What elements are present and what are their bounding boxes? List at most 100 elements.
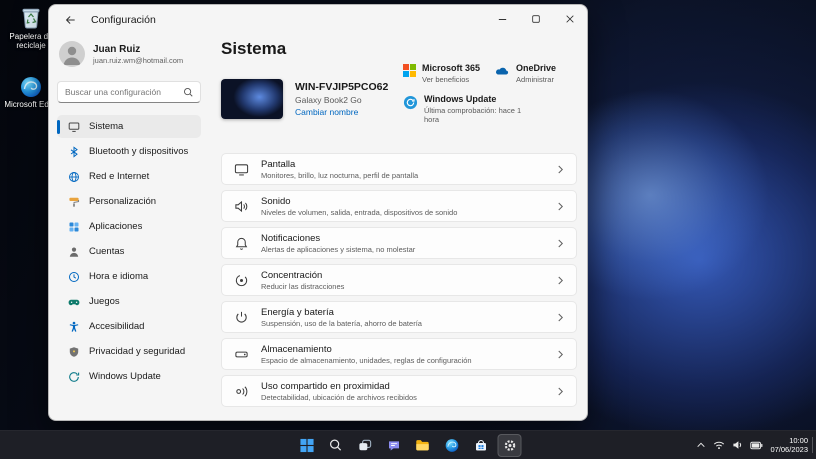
desktop: Papelera de reciclaje Microsoft Edge Con… bbox=[0, 0, 816, 459]
personalization-icon bbox=[67, 195, 80, 208]
window-title: Configuración bbox=[91, 14, 156, 26]
row-title: Energía y batería bbox=[261, 306, 334, 318]
sidebar-item-label: Hora e idioma bbox=[89, 271, 149, 282]
windows-update-icon bbox=[67, 370, 80, 383]
chevron-right-icon bbox=[557, 201, 564, 212]
chevron-right-icon bbox=[557, 386, 564, 397]
card-title: OneDrive bbox=[516, 63, 557, 73]
chevron-right-icon bbox=[557, 312, 564, 323]
sidebar-item-label: Sistema bbox=[89, 121, 124, 132]
onedrive-icon bbox=[494, 64, 510, 76]
sidebar-item-label: Personalización bbox=[89, 196, 157, 207]
sidebar-item-label: Accesibilidad bbox=[89, 321, 145, 332]
row-title: Notificaciones bbox=[261, 232, 321, 244]
sidebar-item-red-internet[interactable]: Red e Internet bbox=[57, 165, 201, 188]
system-icon bbox=[67, 120, 80, 133]
accessibility-icon bbox=[67, 320, 80, 333]
file-explorer-button[interactable] bbox=[411, 434, 435, 457]
settings-rows: Pantalla Monitores, brillo, luz nocturna… bbox=[221, 153, 577, 407]
row-subtitle: Reducir las distracciones bbox=[261, 281, 345, 291]
settings-taskbar-button[interactable] bbox=[497, 433, 522, 457]
device-model: Galaxy Book2 Go bbox=[295, 95, 362, 105]
accounts-icon bbox=[67, 245, 80, 258]
taskbar-search-button[interactable] bbox=[324, 434, 348, 457]
sidebar-item-windows-update[interactable]: Windows Update bbox=[57, 365, 201, 388]
close-button[interactable] bbox=[553, 5, 587, 33]
storage-icon bbox=[234, 347, 249, 362]
row-sonido[interactable]: Sonido Niveles de volumen, salida, entra… bbox=[221, 190, 577, 222]
row-concentracion[interactable]: Concentración Reducir las distracciones bbox=[221, 264, 577, 296]
search-box[interactable] bbox=[57, 81, 201, 103]
sidebar-item-hora-idioma[interactable]: Hora e idioma bbox=[57, 265, 201, 288]
card-title: Windows Update bbox=[424, 94, 497, 104]
sidebar-item-accesibilidad[interactable]: Accesibilidad bbox=[57, 315, 201, 338]
row-title: Uso compartido en proximidad bbox=[261, 380, 390, 392]
network-globe-icon bbox=[67, 170, 80, 183]
nearby-share-icon bbox=[234, 384, 249, 399]
maximize-button[interactable] bbox=[519, 5, 553, 33]
window-controls bbox=[485, 5, 587, 33]
row-notificaciones[interactable]: Notificaciones Alertas de aplicaciones y… bbox=[221, 227, 577, 259]
start-button[interactable] bbox=[295, 434, 319, 457]
clock-date: 07/06/2023 bbox=[770, 445, 808, 454]
recycle-bin-icon bbox=[20, 6, 42, 30]
bluetooth-icon bbox=[67, 145, 80, 158]
privacy-shield-icon bbox=[67, 345, 80, 358]
row-title: Pantalla bbox=[261, 158, 296, 170]
device-image bbox=[221, 79, 283, 119]
task-view-button[interactable] bbox=[353, 434, 377, 457]
card-microsoft-365[interactable]: Microsoft 365 Ver beneficios bbox=[403, 63, 480, 84]
chevron-right-icon bbox=[557, 349, 564, 360]
settings-window: Configuración Juan Ruiz juan.ruiz.wm@hot… bbox=[48, 4, 588, 421]
card-subtitle: Administrar bbox=[516, 75, 554, 84]
card-subtitle: Última comprobación: hace 1 hora bbox=[424, 106, 522, 124]
row-subtitle: Niveles de volumen, salida, entrada, dis… bbox=[261, 207, 458, 217]
windows-update-icon bbox=[403, 95, 418, 110]
row-subtitle: Alertas de aplicaciones y sistema, no mo… bbox=[261, 244, 416, 254]
tray-battery-icon[interactable] bbox=[750, 441, 763, 450]
minimize-button[interactable] bbox=[485, 5, 519, 33]
row-uso-compartido[interactable]: Uso compartido en proximidad Detectabili… bbox=[221, 375, 577, 407]
time-language-icon bbox=[67, 270, 80, 283]
sidebar-item-cuentas[interactable]: Cuentas bbox=[57, 240, 201, 263]
row-subtitle: Espacio de almacenamiento, unidades, reg… bbox=[261, 355, 472, 365]
rename-device-link[interactable]: Cambiar nombre bbox=[295, 106, 388, 119]
row-almacenamiento[interactable]: Almacenamiento Espacio de almacenamiento… bbox=[221, 338, 577, 370]
edge-button[interactable] bbox=[440, 434, 464, 457]
sidebar-item-personalizacion[interactable]: Personalización bbox=[57, 190, 201, 213]
tray-network-icon[interactable] bbox=[713, 440, 725, 450]
sidebar-item-sistema[interactable]: Sistema bbox=[57, 115, 201, 138]
row-title: Concentración bbox=[261, 269, 323, 281]
chevron-right-icon bbox=[557, 164, 564, 175]
sidebar-item-bluetooth[interactable]: Bluetooth y dispositivos bbox=[57, 140, 201, 163]
tray-chevron-up-icon[interactable] bbox=[696, 441, 706, 449]
chat-button[interactable] bbox=[382, 434, 406, 457]
sidebar-item-juegos[interactable]: Juegos bbox=[57, 290, 201, 313]
taskbar-clock[interactable]: 10:00 07/06/2023 bbox=[770, 436, 808, 455]
page-title: Sistema bbox=[221, 39, 287, 58]
user-profile[interactable]: Juan Ruiz juan.ruiz.wm@hotmail.com bbox=[57, 37, 201, 71]
search-input[interactable] bbox=[58, 82, 190, 102]
taskbar: 10:00 07/06/2023 bbox=[0, 430, 816, 459]
sidebar-item-aplicaciones[interactable]: Aplicaciones bbox=[57, 215, 201, 238]
sidebar-item-privacidad[interactable]: Privacidad y seguridad bbox=[57, 340, 201, 363]
device-info: WIN-FVJIP5PCO62 Galaxy Book2 Go Cambiar … bbox=[221, 79, 388, 119]
show-desktop-button[interactable] bbox=[812, 437, 816, 453]
selected-indicator bbox=[57, 119, 60, 134]
row-energia-bateria[interactable]: Energía y batería Suspensión, uso de la … bbox=[221, 301, 577, 333]
row-pantalla[interactable]: Pantalla Monitores, brillo, luz nocturna… bbox=[221, 153, 577, 185]
system-tray: 10:00 07/06/2023 bbox=[696, 431, 808, 459]
settings-main: Sistema WIN-FVJIP5PCO62 Galaxy Book2 Go … bbox=[209, 35, 587, 420]
sidebar-item-label: Cuentas bbox=[89, 246, 125, 257]
back-button[interactable] bbox=[57, 9, 83, 31]
card-onedrive[interactable]: OneDrive Administrar bbox=[494, 63, 556, 84]
card-subtitle: Ver beneficios bbox=[422, 75, 470, 84]
sidebar-item-label: Bluetooth y dispositivos bbox=[89, 146, 189, 157]
card-windows-update[interactable]: Windows Update Última comprobación: hace… bbox=[403, 94, 579, 124]
row-subtitle: Monitores, brillo, luz nocturna, perfil … bbox=[261, 170, 419, 180]
sidebar-item-label: Privacidad y seguridad bbox=[89, 346, 186, 357]
store-button[interactable] bbox=[469, 434, 493, 457]
tray-volume-icon[interactable] bbox=[732, 440, 743, 450]
clock-time: 10:00 bbox=[789, 435, 808, 445]
settings-sidebar: Juan Ruiz juan.ruiz.wm@hotmail.com Siste… bbox=[49, 35, 209, 420]
